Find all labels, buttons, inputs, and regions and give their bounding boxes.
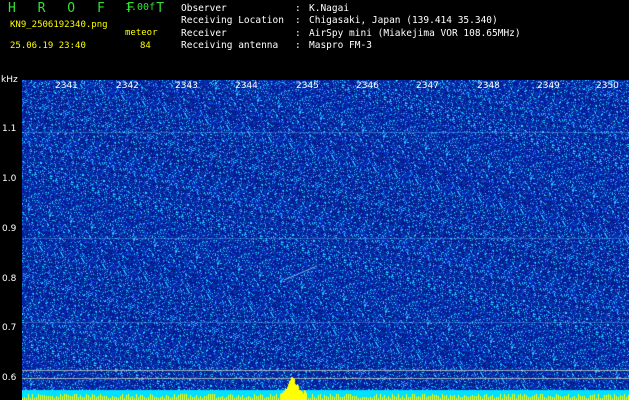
x-tick-label: 2350	[596, 81, 619, 91]
x-tick-label: 2342	[116, 81, 139, 91]
header-panel: H R O F F T 1.00f KN9_2506192340.png met…	[0, 0, 629, 80]
x-tick-label: 2349	[537, 81, 560, 91]
y-tick-label: 1.1	[2, 124, 17, 134]
x-tick-label: 2341	[55, 81, 78, 91]
info-row-observer: Observer: K.Nagai	[181, 3, 350, 14]
station-info: Observer: K.Nagai Receiving Location: Chig…	[181, 3, 521, 52]
x-tick-label: 2347	[416, 81, 439, 91]
meteor-label: meteor	[125, 28, 158, 38]
y-axis-unit: kHz	[1, 75, 18, 85]
y-tick-label: 0.8	[2, 274, 17, 284]
info-row-location: Receiving Location: Chigasaki, Japan (139…	[181, 15, 498, 27]
file-name: KN9_2506192340.png	[10, 20, 108, 30]
meteor-count: 84	[140, 41, 151, 51]
info-row-antenna: Receiving antenna: Maspro FM-3	[181, 39, 372, 51]
y-tick-label: 0.9	[2, 224, 17, 234]
y-tick-label: 0.7	[2, 323, 17, 333]
x-tick-label: 2345	[296, 81, 319, 91]
capture-datetime: 25.06.19 23:40	[10, 41, 86, 51]
x-tick-label: 2348	[477, 81, 500, 91]
y-tick-label: 1.0	[2, 174, 17, 184]
x-tick-label: 2346	[356, 81, 379, 91]
x-tick-label: 2344	[235, 81, 258, 91]
spectrogram-canvas	[22, 80, 629, 400]
x-tick-label: 2343	[175, 81, 198, 91]
info-row-receiver: Receiver: AirSpy mini (Miakejima VOR 108.…	[181, 27, 521, 39]
app-version: 1.00f	[125, 2, 156, 13]
y-tick-label: 0.6	[2, 373, 17, 383]
